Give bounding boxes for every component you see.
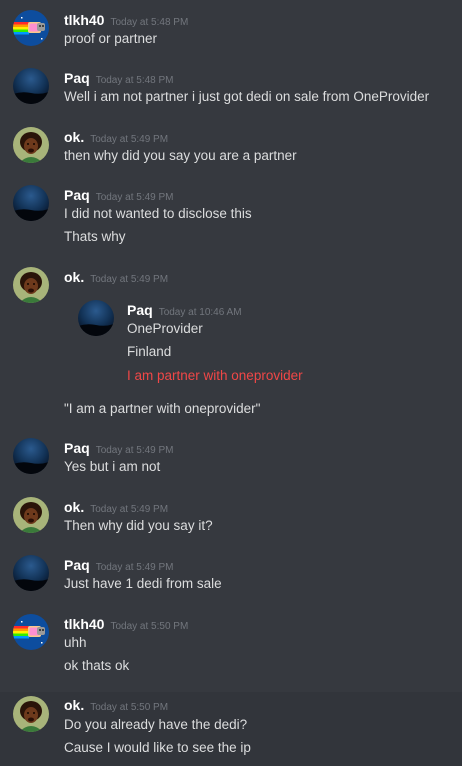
- message-header: tlkh40 Today at 5:50 PM: [64, 614, 188, 634]
- message-header: ok. Today at 5:49 PM: [64, 127, 168, 147]
- timestamp: Today at 5:50 PM: [90, 702, 169, 713]
- username[interactable]: Paq: [64, 440, 90, 456]
- username[interactable]: ok.: [64, 269, 84, 285]
- message-group: ok. Today at 5:49 PM Then why did you say…: [0, 497, 462, 541]
- timestamp: Today at 5:49 PM: [95, 192, 174, 203]
- nyan-cat-avatar-icon[interactable]: [13, 614, 49, 650]
- username[interactable]: tlkh40: [64, 12, 104, 28]
- message-header: ok. Today at 5:49 PM: [64, 497, 168, 517]
- username[interactable]: Paq: [64, 70, 90, 86]
- message-group: Paq Today at 5:49 PM Just have 1 dedi fro…: [0, 555, 462, 599]
- quoted-text: Finland: [127, 344, 172, 359]
- timestamp: Today at 5:49 PM: [90, 504, 169, 515]
- timestamp: Today at 5:49 PM: [95, 445, 174, 456]
- message-text: Well i am not partner i just got dedi on…: [64, 89, 430, 104]
- message-text: I did not wanted to disclose this: [64, 206, 252, 221]
- username[interactable]: Paq: [64, 557, 90, 573]
- message-header: Paq Today at 5:49 PM: [64, 555, 174, 575]
- quoted-header: Paq Today at 10:46 AM: [127, 300, 242, 320]
- night-sky-avatar-icon[interactable]: [13, 68, 49, 104]
- message-text: Thats why: [64, 229, 126, 244]
- message-header: Paq Today at 5:49 PM: [64, 185, 174, 205]
- message-group: Paq Today at 5:49 PM Yes but i am not: [0, 438, 462, 482]
- username[interactable]: ok.: [64, 697, 84, 713]
- quoted-username[interactable]: Paq: [127, 302, 153, 318]
- night-sky-avatar-icon[interactable]: [78, 300, 114, 336]
- timestamp: Today at 5:48 PM: [95, 75, 174, 86]
- username[interactable]: ok.: [64, 129, 84, 145]
- nyan-cat-avatar-icon[interactable]: [13, 10, 49, 46]
- username[interactable]: Paq: [64, 187, 90, 203]
- message-text: Just have 1 dedi from sale: [64, 576, 222, 591]
- message-group: tlkh40 Today at 5:50 PM uhh ok thats ok: [0, 614, 462, 680]
- message-text: ok thats ok: [64, 658, 130, 673]
- timestamp: Today at 5:49 PM: [90, 134, 169, 145]
- message-text: uhh: [64, 635, 87, 650]
- person-avatar-icon[interactable]: [13, 267, 49, 303]
- message-header: ok. Today at 5:50 PM: [64, 695, 168, 715]
- username[interactable]: ok.: [64, 499, 84, 515]
- person-avatar-icon[interactable]: [13, 127, 49, 163]
- quoted-text: OneProvider: [127, 321, 203, 336]
- message-group: Paq Today at 5:48 PM Well i am not partne…: [0, 68, 462, 112]
- person-avatar-icon[interactable]: [13, 497, 49, 533]
- quoted-message: Paq Today at 10:46 AM OneProvider Finland…: [0, 300, 462, 386]
- message-header: ok. Today at 5:49 PM: [64, 267, 168, 287]
- night-sky-avatar-icon[interactable]: [13, 555, 49, 591]
- message-header: Paq Today at 5:48 PM: [64, 68, 174, 88]
- username[interactable]: tlkh40: [64, 616, 104, 632]
- timestamp: Today at 5:49 PM: [95, 562, 174, 573]
- timestamp: Today at 5:49 PM: [90, 274, 169, 285]
- message-text: then why did you say you are a partner: [64, 148, 297, 163]
- message-group: Paq Today at 5:49 PM I did not wanted to …: [0, 185, 462, 251]
- message-group: ok. Today at 5:49 PM Paq Today at 10:46 AM…: [0, 267, 462, 423]
- message-header: Paq Today at 5:49 PM: [64, 438, 174, 458]
- message-group-highlighted: ok. Today at 5:50 PM Do you already have …: [0, 692, 462, 766]
- message-text: Yes but i am not: [64, 459, 161, 474]
- timestamp: Today at 5:50 PM: [110, 621, 189, 632]
- message-text: "I am a partner with oneprovider": [64, 401, 261, 416]
- message-group: tlkh40 Today at 5:48 PM proof or partner: [0, 10, 462, 54]
- message-header: tlkh40 Today at 5:48 PM: [64, 10, 188, 30]
- message-group: ok. Today at 5:49 PM then why did you say…: [0, 127, 462, 171]
- message-text: Do you already have the dedi?: [64, 717, 248, 732]
- timestamp: Today at 5:48 PM: [110, 17, 189, 28]
- quoted-text-highlight: I am partner with oneprovider: [127, 368, 303, 383]
- message-text: Then why did you say it?: [64, 518, 213, 533]
- quoted-timestamp: Today at 10:46 AM: [158, 307, 242, 318]
- person-avatar-icon[interactable]: [13, 696, 49, 732]
- night-sky-avatar-icon[interactable]: [13, 438, 49, 474]
- message-text: Cause I would like to see the ip: [64, 740, 251, 755]
- message-text: proof or partner: [64, 31, 158, 46]
- night-sky-avatar-icon[interactable]: [13, 185, 49, 221]
